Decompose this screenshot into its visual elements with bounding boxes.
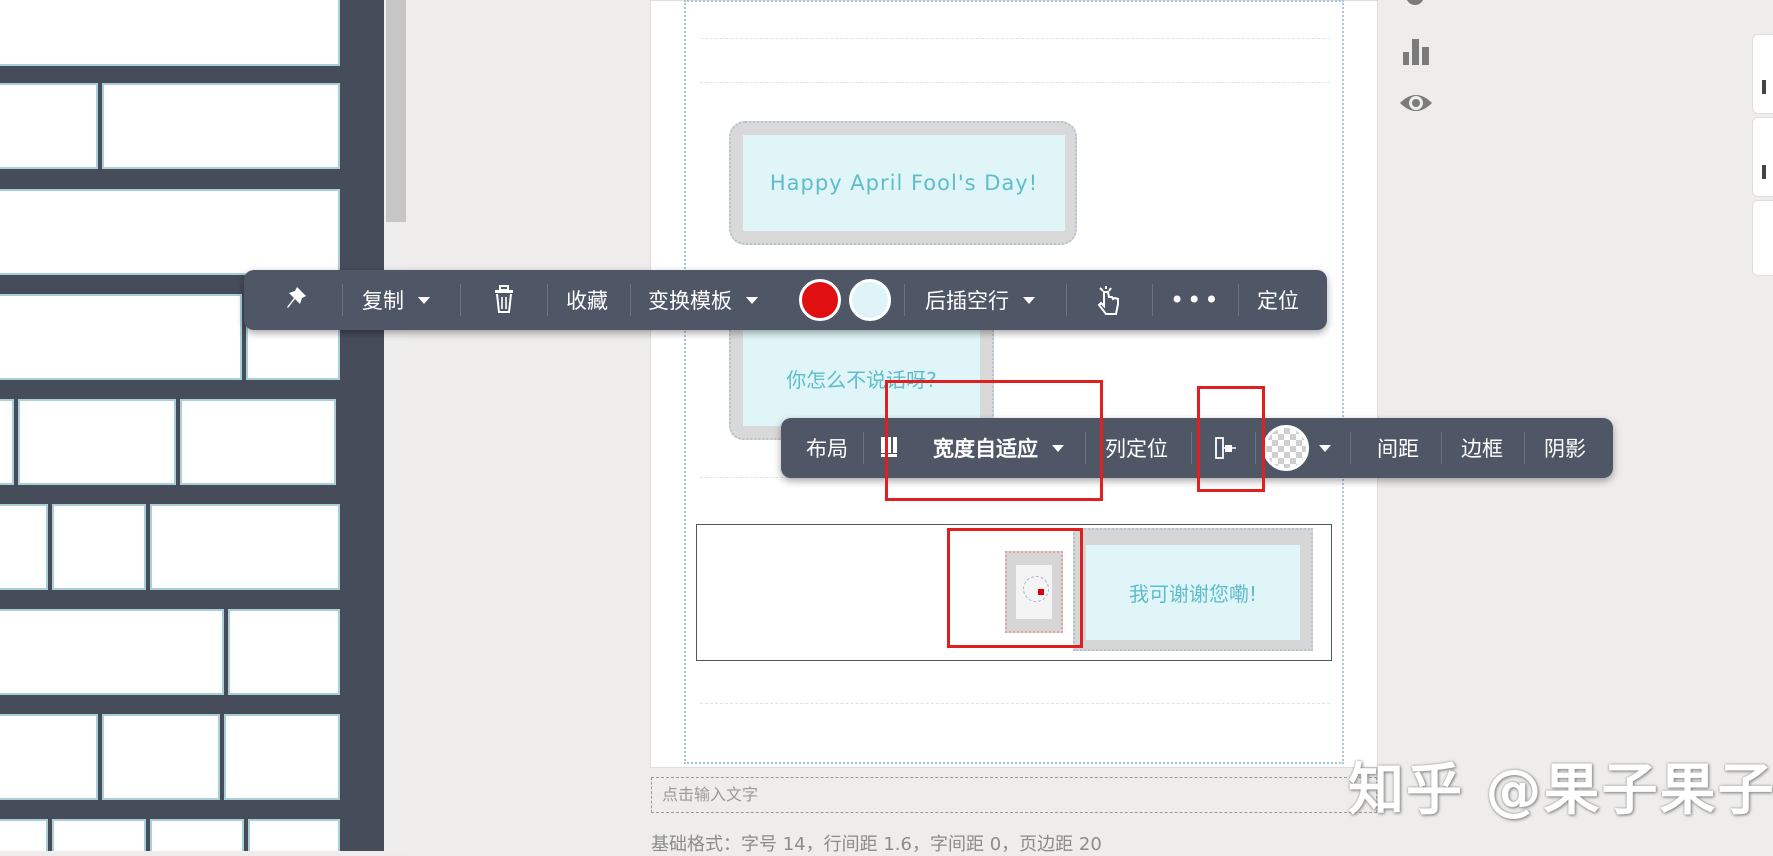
template-tile[interactable] xyxy=(52,504,146,590)
copy-button[interactable]: 复制 xyxy=(362,270,430,330)
separator xyxy=(1191,432,1192,464)
more-button[interactable]: ••• xyxy=(1170,270,1221,330)
row-divider xyxy=(700,82,1330,83)
template-tile[interactable] xyxy=(180,399,336,485)
border-button[interactable]: 边框 xyxy=(1461,418,1503,478)
template-tile[interactable] xyxy=(0,504,48,590)
separator xyxy=(1152,284,1153,316)
highlight-box-widget xyxy=(947,528,1083,648)
element-toolbar: 复制 收藏 变换模板 后插空行 ••• 定位 xyxy=(244,270,1327,330)
chevron-down-icon xyxy=(746,296,758,304)
template-tile[interactable] xyxy=(0,189,340,275)
highlight-box-width xyxy=(885,380,1103,501)
text-input[interactable]: 点击输入文字 xyxy=(651,777,1377,813)
bubble-text-box[interactable]: 我可谢谢您嘞! xyxy=(1086,545,1300,640)
change-template-label: 变换模板 xyxy=(648,289,732,313)
side-tab[interactable] xyxy=(1752,117,1773,197)
template-tile[interactable] xyxy=(0,294,242,380)
watermark: 知乎 @果子果子 xyxy=(1348,758,1773,823)
bar-chart-icon[interactable] xyxy=(1401,36,1431,66)
column-position-button[interactable]: 列定位 xyxy=(1105,418,1168,478)
template-tile[interactable] xyxy=(102,714,220,800)
separator xyxy=(547,284,548,316)
primary-color-swatch[interactable] xyxy=(799,279,841,321)
template-tile[interactable] xyxy=(0,399,14,485)
template-tile[interactable] xyxy=(0,714,98,800)
template-tile[interactable] xyxy=(248,819,340,851)
template-tile[interactable] xyxy=(0,83,98,169)
separator xyxy=(1524,432,1525,464)
shadow-button[interactable]: 阴影 xyxy=(1544,418,1586,478)
eye-icon[interactable] xyxy=(1398,89,1434,117)
separator xyxy=(1350,432,1351,464)
row-divider xyxy=(700,703,1330,704)
template-tile[interactable] xyxy=(150,819,244,851)
separator xyxy=(904,284,905,316)
template-tile[interactable] xyxy=(0,819,48,851)
base-format-info: 基础格式：字号 14，行间距 1.6，字间距 0，页边距 20 xyxy=(651,834,1102,855)
insert-after-label: 后插空行 xyxy=(925,289,1009,313)
separator xyxy=(1238,284,1239,316)
favorite-button[interactable]: 收藏 xyxy=(566,270,608,330)
spacing-button[interactable]: 间距 xyxy=(1377,418,1419,478)
template-tile[interactable] xyxy=(228,609,340,695)
chevron-down-icon xyxy=(1023,296,1035,304)
gear-icon[interactable] xyxy=(1400,0,1430,14)
layout-button[interactable]: 布局 xyxy=(806,418,848,478)
transparency-swatch[interactable] xyxy=(1263,425,1309,471)
panel-scrollbar-thumb[interactable] xyxy=(386,0,406,222)
row-divider xyxy=(700,38,1330,39)
template-panel xyxy=(0,0,384,851)
bubble-text-box[interactable]: Happy April Fool's Day! xyxy=(743,135,1065,231)
template-tile[interactable] xyxy=(102,83,340,169)
separator xyxy=(460,284,461,316)
template-tile[interactable] xyxy=(0,0,340,66)
side-tab[interactable] xyxy=(1752,200,1773,276)
copy-label: 复制 xyxy=(362,289,404,313)
chevron-down-icon xyxy=(418,296,430,304)
separator xyxy=(630,284,631,316)
template-tile[interactable] xyxy=(0,609,224,695)
template-tile[interactable] xyxy=(224,714,340,800)
chevron-down-icon[interactable] xyxy=(1319,445,1331,452)
bubble-text: Happy April Fool's Day! xyxy=(769,171,1039,195)
separator xyxy=(1066,284,1067,316)
pointer-hand-icon[interactable] xyxy=(1094,270,1124,330)
insert-after-button[interactable]: 后插空行 xyxy=(925,270,1035,330)
side-tab-mark xyxy=(1762,80,1766,94)
side-tab[interactable] xyxy=(1752,34,1773,114)
bubble-text: 我可谢谢您嘞! xyxy=(1128,582,1258,606)
template-tile[interactable] xyxy=(150,504,340,590)
separator xyxy=(342,284,343,316)
template-tile[interactable] xyxy=(18,399,176,485)
input-placeholder: 点击输入文字 xyxy=(662,785,759,804)
separator xyxy=(863,432,864,464)
separator xyxy=(1441,432,1442,464)
trash-icon[interactable] xyxy=(490,270,518,330)
highlight-box-align xyxy=(1197,386,1265,492)
position-button[interactable]: 定位 xyxy=(1257,270,1299,330)
pin-icon[interactable] xyxy=(284,270,310,330)
side-tab-mark xyxy=(1762,165,1766,179)
change-template-button[interactable]: 变换模板 xyxy=(648,270,758,330)
template-tile[interactable] xyxy=(52,819,146,851)
secondary-color-swatch[interactable] xyxy=(849,279,891,321)
